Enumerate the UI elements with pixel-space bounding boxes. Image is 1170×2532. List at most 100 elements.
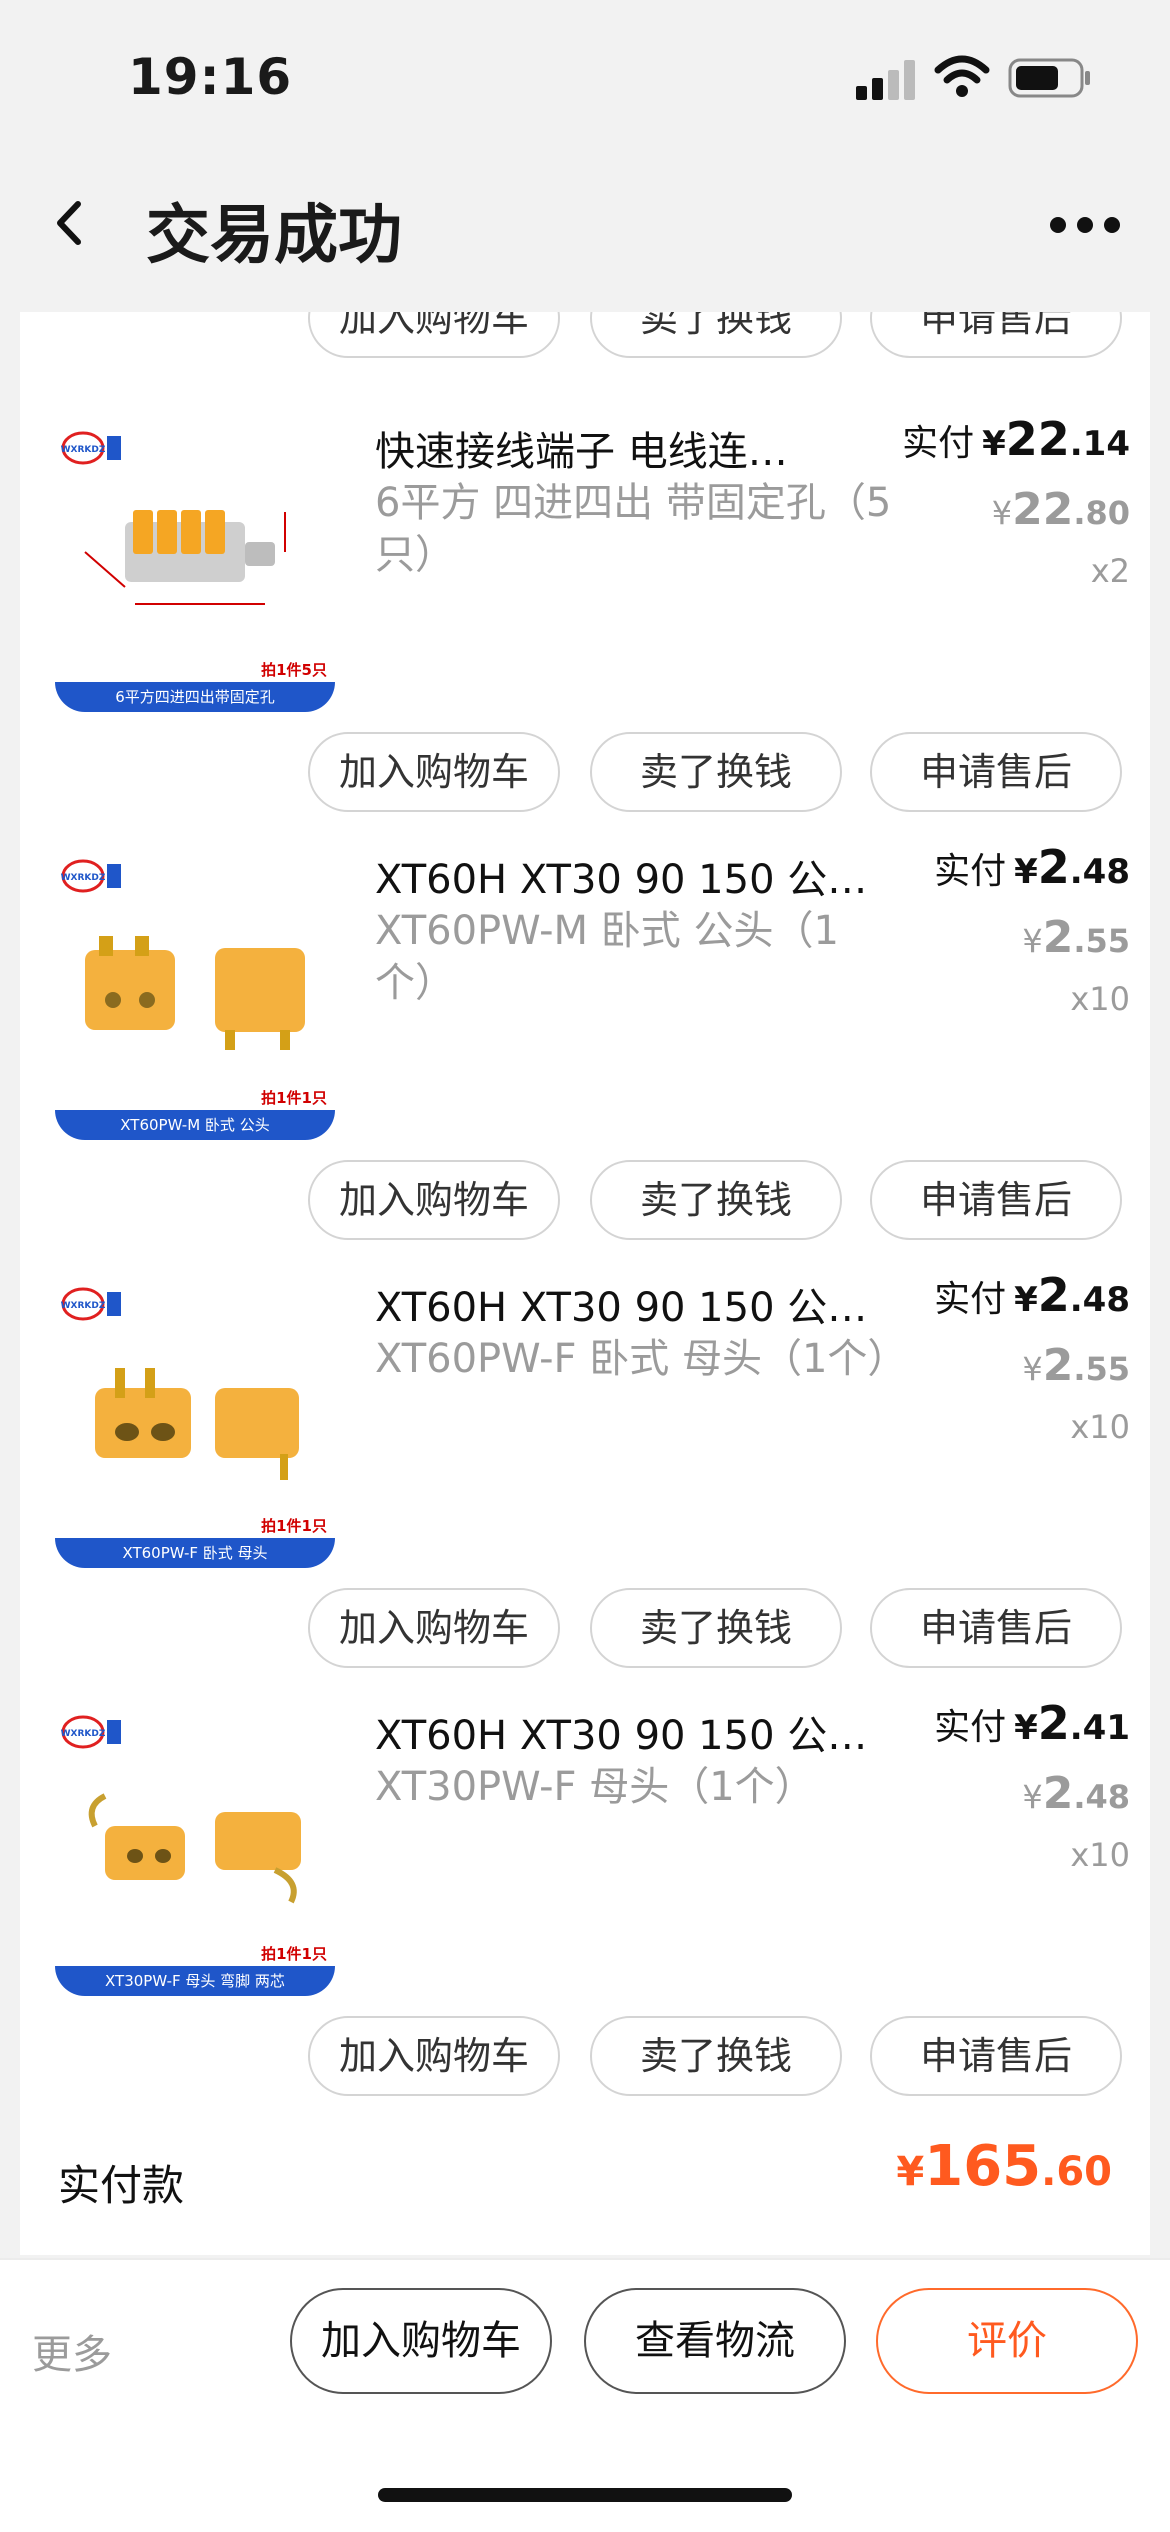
paid-decimal: .48 xyxy=(1069,852,1130,892)
original-price: ¥2.55 xyxy=(1022,912,1130,963)
order-item[interactable]: WXRKDZ 拍1件5只 6平方四进四出带固定孔 快速接线端子 电线连… 6平方… xyxy=(20,312,1150,740)
original-price: ¥2.48 xyxy=(1022,1768,1130,1819)
total-paid-label: 实付款 xyxy=(58,2161,185,2210)
terminal-block-image xyxy=(84,510,286,605)
paid-integer: 22 xyxy=(1005,412,1070,466)
paid-currency: ¥ xyxy=(982,424,1006,464)
status-time: 19:16 xyxy=(128,48,293,106)
orig-integer: 2 xyxy=(1042,1768,1074,1819)
quantity: x10 xyxy=(1070,980,1130,1018)
brand-logo-icon: WXRKDZ xyxy=(61,859,121,893)
paid-decimal: .48 xyxy=(1069,1280,1130,1320)
paid-decimal: .41 xyxy=(1069,1708,1130,1748)
product-name[interactable]: XT60H XT30 90 150 公… xyxy=(375,1275,915,1333)
orig-integer: 2 xyxy=(1042,1340,1074,1391)
battery-icon xyxy=(1008,58,1090,98)
page-title: 交易成功 xyxy=(146,199,402,273)
product-spec: XT30PW-F 母头（1个） xyxy=(375,1764,815,1810)
thumbnail-tag: 拍1件1只 xyxy=(261,1945,327,1963)
connector-image xyxy=(88,1793,301,1904)
thumbnail-tag: 拍1件1只 xyxy=(261,1517,327,1535)
status-bar: 19:16 xyxy=(0,0,1170,150)
thumbnail-banner: 6平方四进四出带固定孔 xyxy=(55,682,335,712)
total-integer: 165 xyxy=(924,2134,1042,2199)
review-button[interactable]: 评价 xyxy=(876,2288,1138,2394)
thumbnail-banner: XT60PW-F 卧式 母头 xyxy=(55,1538,335,1568)
paid-price: 实付 ¥2.41 xyxy=(934,1696,1130,1750)
product-thumbnail[interactable]: WXRKDZ 拍1件1只 XT30PW-F 母头 弯脚 两芯 xyxy=(55,1706,335,1996)
paid-label: 实付 xyxy=(934,851,1007,892)
paid-currency: ¥ xyxy=(1014,1280,1038,1320)
paid-price: 实付 ¥22.14 xyxy=(902,412,1130,466)
paid-label: 实付 xyxy=(934,1279,1007,1320)
total-decimal: .60 xyxy=(1041,2149,1112,2195)
product-thumbnail[interactable]: WXRKDZ 拍1件1只 XT60PW-M 卧式 公头 xyxy=(55,850,335,1140)
paid-integer: 2 xyxy=(1037,840,1070,894)
paid-currency: ¥ xyxy=(1014,1708,1038,1748)
thumbnail-banner: XT60PW-M 卧式 公头 xyxy=(55,1110,335,1140)
product-name[interactable]: XT60H XT30 90 150 公… xyxy=(375,847,915,905)
original-price: ¥2.55 xyxy=(1022,1340,1130,1391)
paid-currency: ¥ xyxy=(1014,852,1038,892)
orig-currency: ¥ xyxy=(1022,1778,1043,1816)
thumbnail-banner: XT30PW-F 母头 弯脚 两芯 xyxy=(55,1966,335,1996)
brand-logo-text: WXRKDZ xyxy=(61,873,106,883)
add-to-cart-bottom-button[interactable]: 加入购物车 xyxy=(290,2288,552,2394)
product-name[interactable]: XT60H XT30 90 150 公… xyxy=(375,1703,915,1761)
quantity: x2 xyxy=(1090,552,1130,590)
cellular-signal-icon xyxy=(856,58,916,100)
orig-decimal: .55 xyxy=(1073,922,1130,960)
product-name[interactable]: 快速接线端子 电线连… xyxy=(375,419,915,477)
brand-logo-text: WXRKDZ xyxy=(61,1301,106,1311)
bottom-action-bar: 更多 加入购物车 查看物流 评价 xyxy=(0,2258,1170,2532)
brand-logo-icon: WXRKDZ xyxy=(61,431,121,465)
order-item[interactable]: WXRKDZ 拍1件1只 XT30PW-F 母头 弯脚 两芯 XT60H XT3… xyxy=(20,1596,1150,2024)
thumbnail-tag: 拍1件5只 xyxy=(261,661,327,679)
paid-label: 实付 xyxy=(934,1707,1007,1748)
brand-logo-icon: WXRKDZ xyxy=(61,1287,121,1321)
orig-currency: ¥ xyxy=(1022,922,1043,960)
order-item[interactable]: WXRKDZ 拍1件1只 XT60PW-F 卧式 母头 XT60H XT30 9… xyxy=(20,1168,1150,1596)
paid-label: 实付 xyxy=(902,423,975,464)
more-options-icon[interactable] xyxy=(1050,214,1120,236)
product-spec: XT60PW-F 卧式 母头（1个） xyxy=(375,1336,908,1382)
add-to-cart-button[interactable]: 加入购物车 xyxy=(308,2016,560,2096)
sell-button[interactable]: 卖了换钱 xyxy=(590,2016,842,2096)
thumbnail-tag: 拍1件1只 xyxy=(261,1089,327,1107)
order-card: 加入购物车 卖了换钱 申请售后 WXRKDZ 拍1件5只 6平方四进四出带固定孔… xyxy=(20,312,1150,2255)
total-paid-amount: ¥165.60 xyxy=(896,2134,1112,2199)
more-link[interactable]: 更多 xyxy=(32,2322,112,2380)
connector-image xyxy=(85,936,305,1050)
brand-logo-text: WXRKDZ xyxy=(61,445,106,455)
paid-integer: 2 xyxy=(1037,1268,1070,1322)
brand-logo-text: WXRKDZ xyxy=(61,1729,106,1739)
paid-price: 实付 ¥2.48 xyxy=(934,840,1130,894)
orig-decimal: .55 xyxy=(1073,1350,1130,1388)
wifi-icon xyxy=(934,55,990,97)
paid-integer: 2 xyxy=(1037,1696,1070,1750)
connector-image xyxy=(95,1368,299,1480)
orig-currency: ¥ xyxy=(991,494,1013,532)
product-thumbnail[interactable]: WXRKDZ 拍1件5只 6平方四进四出带固定孔 xyxy=(55,422,335,712)
home-indicator[interactable] xyxy=(378,2488,792,2502)
original-price: ¥22.80 xyxy=(992,484,1130,535)
paid-decimal: .14 xyxy=(1069,424,1130,464)
view-logistics-button[interactable]: 查看物流 xyxy=(584,2288,846,2394)
nav-bar: 交易成功 xyxy=(0,150,1170,300)
brand-logo-icon: WXRKDZ xyxy=(61,1715,121,1749)
orig-decimal: .48 xyxy=(1073,1778,1130,1816)
product-spec: 6平方 四进四出 带固定孔（5只） xyxy=(375,480,892,578)
after-sale-button[interactable]: 申请售后 xyxy=(870,2016,1122,2096)
paid-price: 实付 ¥2.48 xyxy=(934,1268,1130,1322)
order-item[interactable]: WXRKDZ 拍1件1只 XT60PW-M 卧式 公头 XT60H XT30 9… xyxy=(20,740,1150,1168)
product-thumbnail[interactable]: WXRKDZ 拍1件1只 XT60PW-F 卧式 母头 xyxy=(55,1278,335,1568)
quantity: x10 xyxy=(1070,1836,1130,1874)
orig-integer: 2 xyxy=(1042,912,1074,963)
back-chevron-icon[interactable] xyxy=(50,198,90,248)
product-spec: XT60PW-M 卧式 公头（1个） xyxy=(375,908,839,1006)
total-currency: ¥ xyxy=(896,2149,925,2195)
orig-decimal: .80 xyxy=(1073,494,1130,532)
orig-currency: ¥ xyxy=(1022,1350,1043,1388)
orig-integer: 22 xyxy=(1012,484,1074,535)
quantity: x10 xyxy=(1070,1408,1130,1446)
